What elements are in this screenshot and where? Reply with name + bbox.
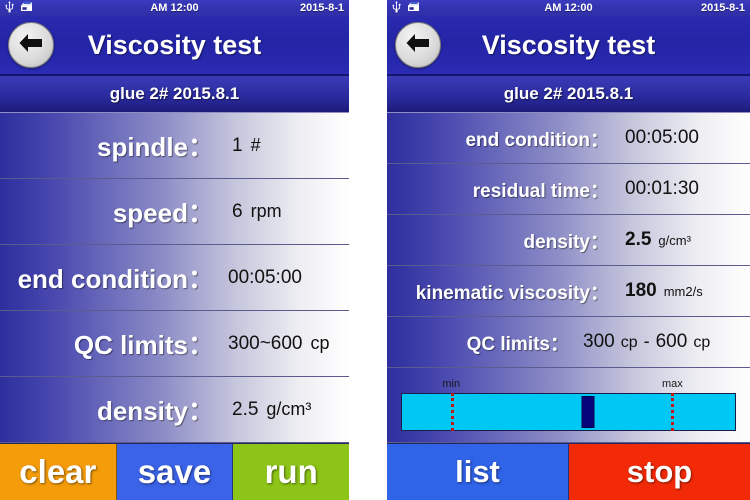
row-value: 300~600 [228,332,303,354]
row-label: kinematic viscosity： [415,282,609,304]
list-button[interactable]: list [387,444,569,500]
gauge-tick-labels: min max [401,378,736,393]
row-value: 180 [625,280,657,302]
qc-separator: - [643,331,650,352]
row-label: speed： [112,198,214,228]
clear-button[interactable]: clear [0,444,117,500]
title-bar-right: Viscosity test [387,16,750,76]
qc-max-unit: cp [693,334,711,352]
row-label: QC limits： [466,333,569,355]
row-value: 2.5 [625,229,652,251]
row-label: QC limits： [73,330,214,360]
parameter-list-right: end condition： 00:05:00 residual time： 0… [387,113,750,443]
run-button[interactable]: run [233,444,349,500]
screenshot-stage: AM 12:00 2015-8-1 Viscosity test glue 2#… [0,0,750,500]
action-bar-right: list stop [387,443,750,500]
save-button[interactable]: save [116,444,234,500]
device-screen-left: AM 12:00 2015-8-1 Viscosity test glue 2#… [0,0,349,500]
back-arrow-icon [405,32,431,59]
qc-max-value: 600 [655,331,688,353]
row-unit: # [250,134,261,155]
status-date: 2015-8-1 [299,2,344,14]
status-date: 2015-8-1 [700,2,745,14]
status-time: AM 12:00 [150,2,199,14]
row-value: 00:05:00 [625,127,699,149]
row-label: density： [523,231,609,253]
row-label: spindle： [96,132,214,162]
row-qc-limits: QC limits： 300 cp - 600 cp [387,317,750,369]
stop-button[interactable]: stop [569,444,750,500]
back-button[interactable] [395,22,441,68]
row-unit: rpm [250,200,282,221]
row-unit: g/cm³ [658,233,691,249]
back-arrow-icon [18,32,44,59]
gauge-max-limit-line [670,392,674,431]
row-value: 00:01:30 [625,178,699,200]
row-kinematic-viscosity: kinematic viscosity： 180 mm2/s [387,266,750,318]
row-label: residual time： [472,180,609,202]
row-qc-limits[interactable]: QC limits： 300~600 cp [0,311,349,377]
row-density[interactable]: density： 2.5 g/cm³ [0,377,349,443]
row-density: density： 2.5 g/cm³ [387,215,750,267]
row-end-condition: end condition： 00:05:00 [387,113,750,165]
row-label: density： [96,396,214,426]
gauge-min-limit-line [450,392,454,431]
status-bar-left: AM 12:00 2015-8-1 [0,0,349,16]
row-label: end condition： [465,129,609,151]
qc-min-value: 300 [583,331,615,353]
action-bar-left: clear save run [0,443,349,500]
row-value: 6 [232,200,243,222]
sample-name-bar[interactable]: glue 2# 2015.8.1 [0,76,349,113]
row-unit: cp [310,332,330,353]
row-value: 00:05:00 [228,266,302,288]
row-value: 2.5 [232,398,259,420]
viscosity-gauge: min max [387,368,750,443]
back-button[interactable] [8,22,54,68]
qc-min-unit: cp [620,334,638,352]
page-title: Viscosity test [87,29,262,60]
gauge-current-marker [581,395,595,428]
row-label: end condition： [17,264,214,294]
row-value: 1 [232,134,243,156]
status-bar-right: AM 12:00 2015-8-1 [387,0,750,16]
gauge-min-label: min [442,377,461,390]
status-time: AM 12:00 [544,2,593,14]
row-spindle[interactable]: spindle： 1 # [0,113,349,179]
row-residual-time: residual time： 00:01:30 [387,164,750,216]
title-bar-left: Viscosity test [0,16,349,76]
gauge-max-label: max [661,377,683,390]
row-end-condition[interactable]: end condition： 00:05:00 [0,245,349,311]
page-title: Viscosity test [481,29,656,60]
device-screen-right: AM 12:00 2015-8-1 Viscosity test glue 2#… [387,0,750,500]
parameter-list-left: spindle： 1 # speed： 6 rpm end condition：… [0,113,349,443]
row-unit: mm2/s [663,284,703,300]
gauge-track [401,392,736,431]
row-speed[interactable]: speed： 6 rpm [0,179,349,245]
row-unit: g/cm³ [266,398,312,419]
sample-name-bar[interactable]: glue 2# 2015.8.1 [387,76,750,113]
